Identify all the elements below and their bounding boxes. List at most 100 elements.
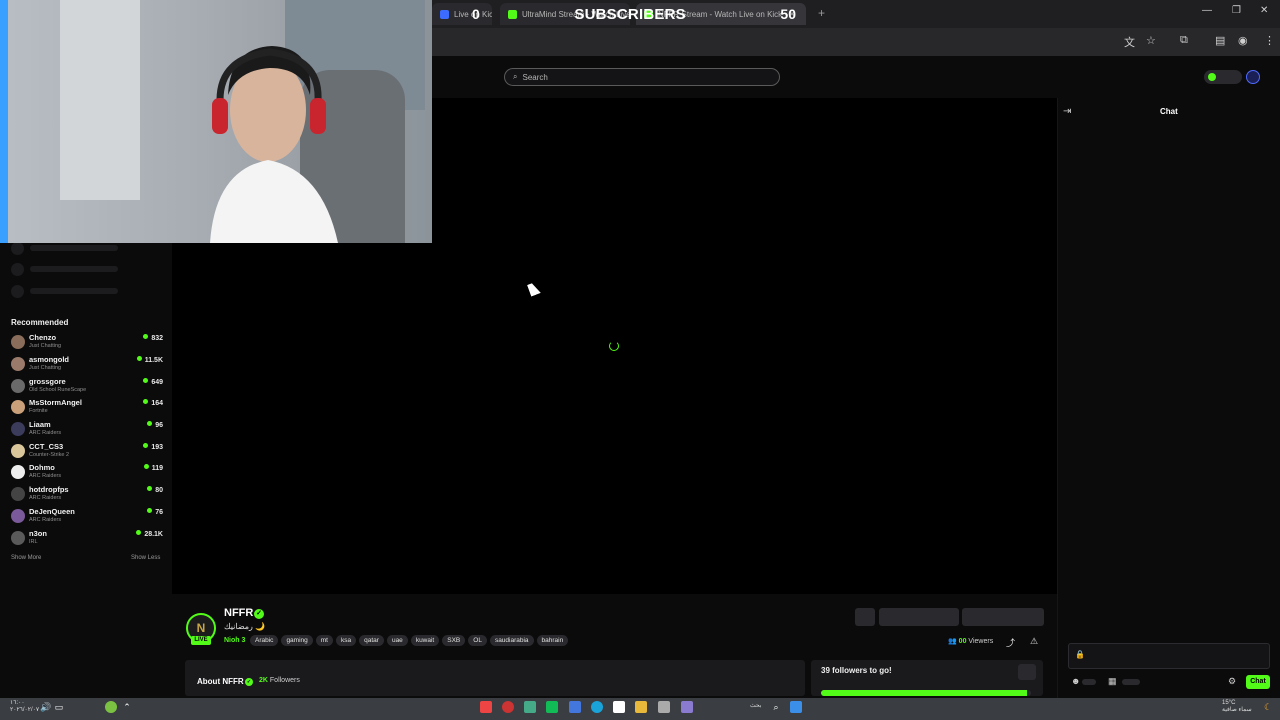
points-pill[interactable] — [1204, 70, 1242, 84]
profile-icon[interactable]: ▤ — [1215, 34, 1225, 47]
maximize-icon[interactable]: ❐ — [1232, 5, 1241, 16]
stream-tag[interactable]: kuwait — [410, 635, 440, 646]
sidebar-channel-item[interactable]: Dohmo ARC Raiders 119 — [11, 463, 163, 483]
channel-name: DeJenQueen — [29, 507, 75, 516]
stream-tags: Arabic gaming mt ksa qatar uae kuwait SX… — [250, 635, 569, 646]
action-button-placeholder[interactable] — [879, 608, 959, 626]
search-placeholder: Search — [522, 72, 548, 82]
sidebar-channel-item[interactable]: CCT_CS3 Counter-Strike 2 193 — [11, 442, 163, 462]
channel-name: asmongold — [29, 355, 70, 364]
channel-category: ARC Raiders — [29, 495, 62, 501]
chat-heading: Chat — [1160, 107, 1178, 116]
channel-category: ARC Raiders — [29, 517, 62, 523]
viewer-count: 11.5K — [137, 356, 163, 364]
minimize-icon[interactable]: — — [1202, 5, 1212, 16]
stream-tag[interactable]: ksa — [336, 635, 357, 646]
loading-skeleton-line — [30, 288, 118, 294]
store-app-icon[interactable] — [613, 701, 625, 713]
channel-category: Fortnite — [29, 408, 48, 414]
taskbar-app-icon[interactable] — [569, 701, 581, 713]
wall-panel — [0, 0, 8, 243]
chevron-up-icon[interactable]: ⌃ — [121, 701, 133, 713]
stream-tag[interactable]: mt — [315, 635, 333, 646]
avatar — [11, 335, 25, 349]
taskbar-app-icon[interactable] — [524, 701, 536, 713]
search-icon: ⌕ — [513, 72, 518, 81]
task-view-icon[interactable] — [681, 701, 693, 713]
extensions-icon[interactable]: ⧉ — [1180, 34, 1188, 47]
taskbar-app-icon[interactable] — [658, 701, 670, 713]
translate-icon[interactable]: 文 — [1124, 34, 1135, 50]
taskbar-app-icon[interactable] — [480, 701, 492, 713]
stream-tag[interactable]: bahrain — [536, 635, 569, 646]
file-explorer-icon[interactable] — [635, 701, 647, 713]
store-icon[interactable]: ▦ — [1108, 676, 1117, 687]
avatar — [11, 531, 25, 545]
sidebar-channel-item[interactable]: grossgore Old School RuneScape 649 — [11, 377, 163, 397]
wall-panel — [60, 0, 140, 200]
viewer-count: 649 — [143, 378, 163, 386]
menu-icon[interactable]: ⋮ — [1264, 34, 1275, 47]
follow-button-placeholder[interactable] — [962, 608, 1044, 626]
show-more-link[interactable]: Show More — [11, 555, 41, 561]
stream-tag[interactable]: uae — [386, 635, 408, 646]
viewers-icon: 👥 — [948, 638, 957, 645]
chat-placeholder-pill — [1122, 679, 1140, 685]
taskbar-search-label[interactable]: بحث — [750, 702, 761, 709]
start-menu-icon[interactable] — [790, 701, 802, 713]
streamer-figure — [210, 46, 338, 243]
settings-gear-icon[interactable]: ⚙ — [1228, 676, 1236, 687]
search-icon[interactable]: ⌕ — [770, 701, 782, 713]
stream-tag[interactable]: OL — [468, 635, 487, 646]
new-tab-icon[interactable]: + — [818, 6, 825, 20]
emote-icon[interactable]: ☻ — [1071, 676, 1080, 686]
viewer-count: 164 — [143, 399, 163, 407]
chat-placeholder-pill — [1082, 679, 1096, 685]
close-icon[interactable]: ✕ — [1260, 5, 1268, 16]
loading-skeleton-avatar — [11, 242, 24, 255]
report-icon[interactable]: ⚠ — [1030, 636, 1038, 647]
account-icon[interactable]: ◉ — [1238, 34, 1248, 47]
sidebar-channel-item[interactable]: n3on IRL 28.1K — [11, 529, 163, 549]
follower-goal-progress — [821, 690, 1031, 696]
sidebar-channel-item[interactable]: hotdropfps ARC Raiders 80 — [11, 485, 163, 505]
stream-tag[interactable]: gaming — [281, 635, 313, 646]
taskbar-app-icon[interactable] — [502, 701, 514, 713]
stream-category-link[interactable]: Nioh 3 — [224, 637, 245, 644]
system-clock[interactable]: ١٦:٠٠ ٢٠٢٦/٠٢/٠٧ — [10, 700, 39, 714]
show-less-link[interactable]: Show Less — [131, 555, 160, 561]
star-icon[interactable]: ☆ — [1146, 34, 1156, 47]
stream-tag[interactable]: qatar — [359, 635, 384, 646]
stream-tag[interactable]: Arabic — [250, 635, 279, 646]
action-button-placeholder[interactable] — [855, 608, 875, 626]
viewer-count: 193 — [143, 443, 163, 451]
stream-tag[interactable]: saudiarabia — [489, 635, 534, 646]
weather-widget[interactable]: 15°C سماء صافية — [1222, 700, 1252, 714]
sidebar-channel-item[interactable]: Chenzo Just Chatting 832 — [11, 333, 163, 353]
about-heading: About NFFR — [197, 677, 244, 686]
loading-skeleton-line — [30, 266, 118, 272]
volume-icon[interactable]: 🔊 — [40, 701, 52, 713]
user-avatar[interactable] — [1246, 70, 1260, 84]
lock-icon: 🔒 — [1075, 650, 1085, 659]
channel-name: MsStormAngel — [29, 398, 82, 407]
sidebar-channel-item[interactable]: Liaam ARC Raiders 96 — [11, 420, 163, 440]
stream-tag[interactable]: SXB — [442, 635, 466, 646]
taskbar-app-icon[interactable] — [546, 701, 558, 713]
collapse-chat-icon[interactable]: ⇥ — [1063, 106, 1071, 117]
share-icon[interactable]: ⤴ — [1006, 636, 1015, 649]
sidebar-channel-item[interactable]: MsStormAngel Fortnite 164 — [11, 398, 163, 418]
goal-menu-button[interactable] — [1018, 664, 1036, 680]
chat-send-button[interactable]: Chat — [1246, 675, 1270, 689]
search-input[interactable]: ⌕ Search — [504, 68, 780, 86]
sidebar-channel-item[interactable]: asmongold Just Chatting 11.5K — [11, 355, 163, 375]
chat-input[interactable] — [1068, 643, 1270, 669]
viewer-count-display: 👥 00 Viewers — [948, 638, 994, 645]
network-icon[interactable]: ▭ — [53, 701, 65, 713]
avatar — [11, 422, 25, 436]
channel-name-heading[interactable]: NFFR — [224, 607, 253, 619]
edge-browser-icon[interactable] — [591, 701, 603, 713]
app-tray-icon[interactable] — [105, 701, 117, 713]
sidebar-channel-item[interactable]: DeJenQueen ARC Raiders 76 — [11, 507, 163, 527]
avatar — [11, 379, 25, 393]
